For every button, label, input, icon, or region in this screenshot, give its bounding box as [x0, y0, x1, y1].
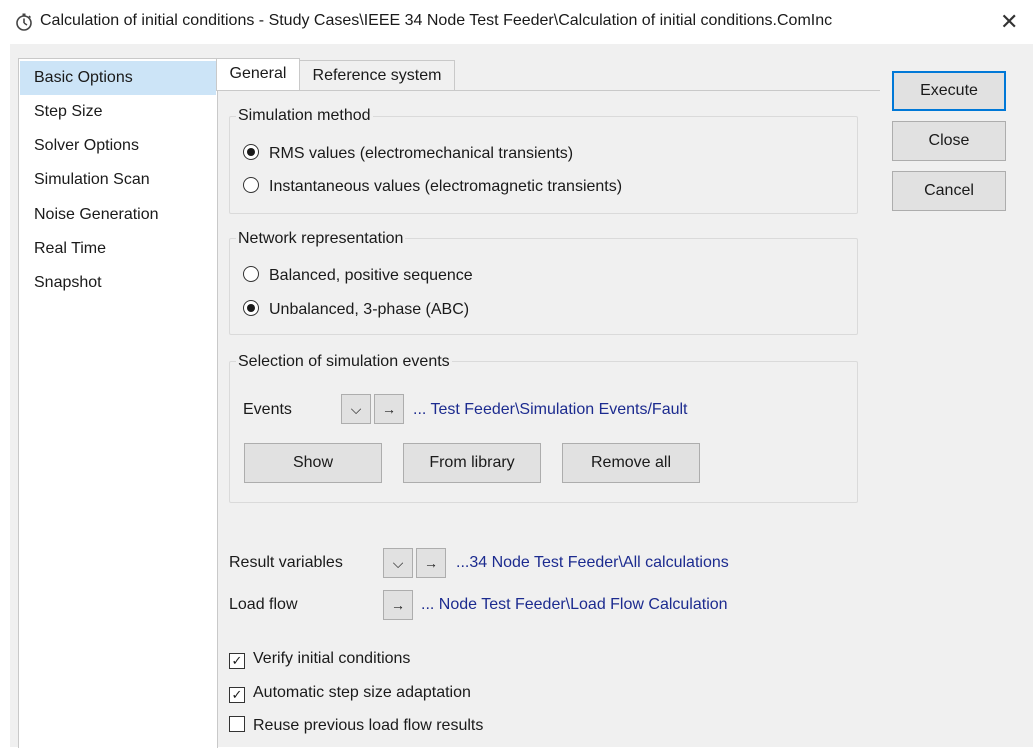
checkbox-reuse-label: Reuse previous load flow results: [253, 717, 484, 734]
radio-balanced-label: Balanced, positive sequence: [269, 267, 473, 284]
sidebar-item-solver-options[interactable]: Solver Options: [20, 129, 216, 163]
load-flow-label: Load flow: [229, 596, 298, 613]
load-flow-link[interactable]: ... Node Test Feeder\Load Flow Calculati…: [421, 596, 728, 614]
from-library-button[interactable]: From library: [403, 443, 541, 483]
radio-instantaneous-label: Instantaneous values (electromagnetic tr…: [269, 178, 623, 195]
tab-general[interactable]: General: [216, 58, 300, 90]
radio-unbalanced[interactable]: Unbalanced, 3-phase (ABC): [243, 299, 469, 321]
sidebar-item-noise-generation[interactable]: Noise Generation: [20, 198, 216, 232]
sidebar-item-basic-options[interactable]: Basic Options: [20, 61, 216, 95]
sidebar: Basic Options Step Size Solver Options S…: [18, 58, 218, 748]
checkbox-verify-label: Verify initial conditions: [253, 650, 411, 667]
show-button[interactable]: Show: [244, 443, 382, 483]
title-bar: Calculation of initial conditions - Stud…: [0, 0, 1033, 44]
simulation-method-group: [229, 116, 858, 214]
events-label: Events: [243, 401, 292, 418]
result-variables-dropdown-button[interactable]: ⌵: [383, 548, 413, 578]
sidebar-item-step-size[interactable]: Step Size: [20, 95, 216, 129]
network-representation-title: Network representation: [236, 230, 406, 248]
checkbox-automatic-label: Automatic step size adaptation: [253, 684, 471, 701]
simulation-method-title: Simulation method: [236, 107, 373, 125]
execute-button[interactable]: Execute: [892, 71, 1006, 111]
checkbox-verify-initial-conditions[interactable]: ✓ Verify initial conditions: [229, 648, 410, 670]
window-close-icon[interactable]: ✕: [1000, 8, 1018, 36]
checkbox-unchecked-indicator: [229, 716, 245, 732]
radio-selected-indicator: [243, 300, 259, 316]
load-flow-arrow-button[interactable]: →: [383, 590, 413, 620]
dialog-body: Basic Options Step Size Solver Options S…: [10, 44, 1033, 748]
result-variables-arrow-button[interactable]: →: [416, 548, 446, 578]
checkbox-checked-indicator: ✓: [229, 687, 245, 703]
checkbox-automatic-step-size[interactable]: ✓ Automatic step size adaptation: [229, 682, 471, 704]
sidebar-item-simulation-scan[interactable]: Simulation Scan: [20, 163, 216, 197]
radio-rms-values[interactable]: RMS values (electromechanical transients…: [243, 143, 573, 165]
tab-divider: [216, 90, 880, 91]
radio-indicator: [243, 266, 259, 282]
close-button[interactable]: Close: [892, 121, 1006, 161]
checkbox-reuse-load-flow[interactable]: Reuse previous load flow results: [229, 715, 483, 737]
radio-indicator: [243, 177, 259, 193]
sidebar-item-real-time[interactable]: Real Time: [20, 232, 216, 266]
radio-unbalanced-label: Unbalanced, 3-phase (ABC): [269, 301, 470, 318]
checkbox-checked-indicator: ✓: [229, 653, 245, 669]
radio-selected-indicator: [243, 144, 259, 160]
radio-rms-label: RMS values (electromechanical transients…: [269, 145, 574, 162]
remove-all-button[interactable]: Remove all: [562, 443, 700, 483]
radio-balanced[interactable]: Balanced, positive sequence: [243, 265, 473, 287]
cancel-button[interactable]: Cancel: [892, 171, 1006, 211]
simulation-events-title: Selection of simulation events: [236, 353, 452, 371]
tab-reference-system[interactable]: Reference system: [299, 60, 455, 90]
result-variables-link[interactable]: ...34 Node Test Feeder\All calculations: [456, 554, 729, 572]
events-link[interactable]: ... Test Feeder\Simulation Events/Fault: [413, 401, 688, 419]
sidebar-item-snapshot[interactable]: Snapshot: [20, 266, 216, 300]
radio-instantaneous-values[interactable]: Instantaneous values (electromagnetic tr…: [243, 176, 622, 198]
window-title: Calculation of initial conditions - Stud…: [40, 12, 833, 29]
stopwatch-icon: [16, 13, 32, 31]
events-dropdown-button[interactable]: ⌵: [341, 394, 371, 424]
result-variables-label: Result variables: [229, 554, 343, 571]
events-arrow-button[interactable]: →: [374, 394, 404, 424]
